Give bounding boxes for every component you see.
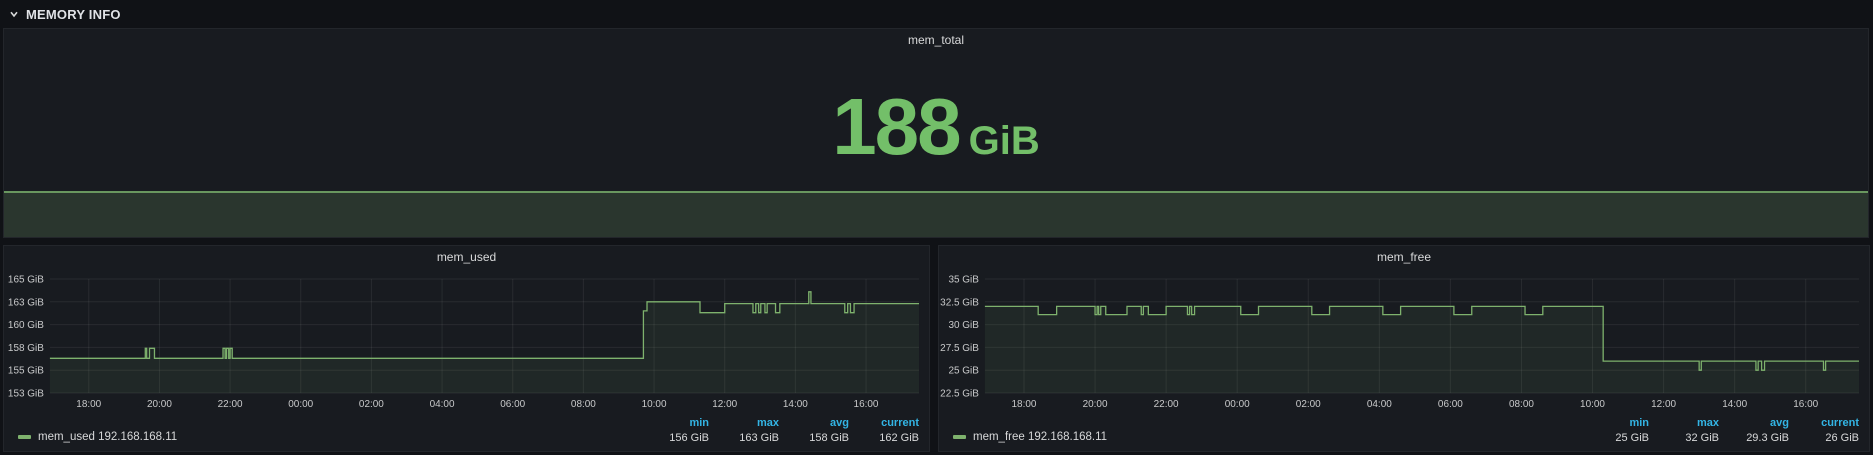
svg-text:25 GiB: 25 GiB [948, 366, 979, 377]
svg-text:32.5 GiB: 32.5 GiB [940, 297, 979, 308]
svg-text:30 GiB: 30 GiB [948, 320, 979, 331]
svg-text:14:00: 14:00 [783, 399, 808, 410]
series-color-swatch[interactable] [953, 435, 966, 439]
svg-text:12:00: 12:00 [712, 399, 737, 410]
svg-text:20:00: 20:00 [1083, 399, 1108, 410]
svg-text:165 GiB: 165 GiB [8, 274, 44, 285]
svg-text:04:00: 04:00 [430, 399, 455, 410]
stat-value-avg: 29.3 GiB [1746, 432, 1789, 444]
stat-value-current: 162 GiB [879, 432, 919, 444]
panel-title-mem-total[interactable]: mem_total [4, 33, 1868, 47]
series-label: mem_used 192.168.168.11 [38, 431, 178, 443]
stat-value-max: 163 GiB [739, 432, 779, 444]
legend-series-mem-free[interactable]: mem_free 192.168.168.11 [953, 431, 1107, 443]
stat-value-min: 25 GiB [1615, 432, 1649, 444]
svg-text:18:00: 18:00 [76, 399, 101, 410]
stat-value-avg: 158 GiB [809, 432, 849, 444]
stat-header-max[interactable]: max [757, 417, 779, 430]
svg-text:158 GiB: 158 GiB [8, 343, 44, 354]
svg-text:153 GiB: 153 GiB [8, 388, 44, 399]
svg-text:27.5 GiB: 27.5 GiB [940, 343, 979, 354]
svg-text:02:00: 02:00 [1296, 399, 1321, 410]
svg-text:10:00: 10:00 [1580, 399, 1605, 410]
stat-header-avg[interactable]: avg [830, 417, 849, 430]
panel-mem-free: mem_free 18:00 20:00 22:00 00:00 02:00 04:00 0… [938, 245, 1870, 452]
panel-mem-used: mem_used 18:00 20:00 22:00 00:00 02:00 04:00 0… [3, 245, 930, 452]
svg-text:08:00: 08:00 [1509, 399, 1534, 410]
sparkline [4, 191, 1868, 237]
svg-text:163 GiB: 163 GiB [8, 297, 44, 308]
stat-value: 188 GiB [4, 87, 1868, 167]
svg-text:14:00: 14:00 [1722, 399, 1747, 410]
series-color-swatch[interactable] [18, 435, 31, 439]
stat-number: 188 [832, 82, 961, 171]
svg-text:02:00: 02:00 [359, 399, 384, 410]
svg-text:155 GiB: 155 GiB [8, 366, 44, 377]
stat-header-min[interactable]: min [689, 417, 709, 430]
stat-header-current[interactable]: current [881, 417, 919, 430]
row-title: MEMORY INFO [26, 6, 121, 22]
stat-value-min: 156 GiB [669, 432, 709, 444]
mem-free-chart-plot[interactable]: 18:00 20:00 22:00 00:00 02:00 04:00 06:00 08:00… [939, 266, 1869, 418]
stat-header-min[interactable]: min [1629, 417, 1649, 430]
legend-series-mem-used[interactable]: mem_used 192.168.168.11 [18, 431, 177, 443]
dashboard-row-header[interactable]: MEMORY INFO [0, 0, 1873, 28]
svg-text:18:00: 18:00 [1012, 399, 1037, 410]
svg-text:10:00: 10:00 [642, 399, 667, 410]
panel-mem-total: mem_total 188 GiB [3, 28, 1869, 238]
svg-text:12:00: 12:00 [1651, 399, 1676, 410]
mem-used-chart-plot[interactable]: 18:00 20:00 22:00 00:00 02:00 04:00 06:00 08:00… [4, 266, 929, 418]
grafana-dashboard: MEMORY INFO mem_total 188 GiB mem_used 18… [0, 0, 1873, 455]
svg-text:00:00: 00:00 [288, 399, 313, 410]
legend-stats-mem-free: min max avg current 25 GiB 32 GiB 29.3 G… [1595, 417, 1859, 445]
stat-value-current: 26 GiB [1825, 432, 1859, 444]
stat-header-avg[interactable]: avg [1770, 417, 1789, 430]
panel-title-mem-used[interactable]: mem_used [4, 250, 929, 264]
svg-text:16:00: 16:00 [1793, 399, 1818, 410]
svg-text:16:00: 16:00 [854, 399, 879, 410]
svg-text:22:00: 22:00 [218, 399, 243, 410]
svg-text:04:00: 04:00 [1367, 399, 1392, 410]
legend-stats-mem-used: min max avg current 156 GiB 163 GiB 158 … [655, 417, 919, 445]
chevron-down-icon [10, 11, 18, 18]
svg-text:35 GiB: 35 GiB [948, 274, 979, 285]
panel-title-mem-free[interactable]: mem_free [939, 250, 1869, 264]
stat-header-current[interactable]: current [1821, 417, 1859, 430]
series-label: mem_free 192.168.168.11 [973, 431, 1108, 443]
stat-header-max[interactable]: max [1697, 417, 1719, 430]
svg-text:22.5 GiB: 22.5 GiB [940, 388, 979, 399]
svg-text:06:00: 06:00 [1438, 399, 1463, 410]
stat-value-max: 32 GiB [1685, 432, 1719, 444]
svg-text:22:00: 22:00 [1154, 399, 1179, 410]
svg-text:160 GiB: 160 GiB [8, 320, 44, 331]
svg-text:08:00: 08:00 [571, 399, 596, 410]
svg-text:20:00: 20:00 [147, 399, 172, 410]
stat-unit: GiB [968, 119, 1040, 163]
svg-text:00:00: 00:00 [1225, 399, 1250, 410]
svg-text:06:00: 06:00 [500, 399, 525, 410]
